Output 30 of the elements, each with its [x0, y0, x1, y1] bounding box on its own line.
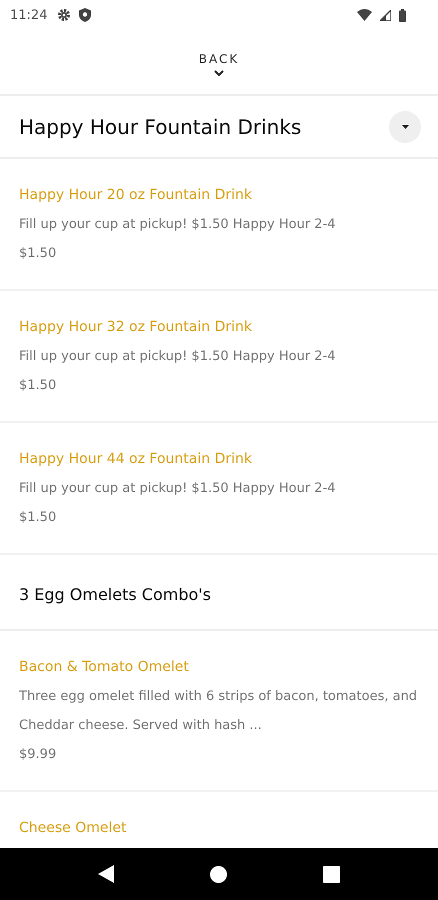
settings-icon [57, 8, 72, 22]
item-price: $9.99 [19, 746, 56, 764]
caret-icon [402, 124, 408, 128]
item-description: Fill up your cup at pickup! $1.50 Happy Hour 2-4 [19, 480, 336, 498]
section-title: 3 Egg Omelets Combo's [19, 584, 212, 604]
menu-item[interactable]: Happy Hour 32 oz Fountain Drink Fill up your cup at pickup! $1.50 Happy Hour 2-4 $1.50 [0, 291, 438, 423]
menu-item[interactable]: Bacon & Tomato Omelet Three egg omelet filled with 6 strips of bacon, tomatoes, and Cheddar cheese. Served with hash ... $9.99 [0, 631, 438, 792]
item-price: $1.50 [19, 245, 56, 263]
wifi-icon [357, 9, 372, 21]
item-description: Three egg omelet filled with 6 strips of bacon, tomatoes, and Cheddar cheese. Served with hash ... [19, 688, 418, 735]
menu-item[interactable]: Happy Hour 44 oz Fountain Drink Fill up your cup at pickup! $1.50 Happy Hour 2-4 $1.50 [0, 423, 438, 555]
battery-icon [399, 8, 406, 22]
chevron-down-icon [214, 70, 224, 77]
shield-icon [79, 8, 92, 22]
item-price: $1.50 [19, 509, 56, 527]
item-description: Fill up your cup at pickup! $1.50 Happy Hour 2-4 [19, 348, 336, 366]
back-icon[interactable] [98, 865, 114, 883]
menu-item[interactable]: Happy Hour 20 oz Fountain Drink Fill up your cup at pickup! $1.50 Happy Hour 2-4 $1.50 [0, 159, 438, 291]
item-name: Happy Hour 32 oz Fountain Drink [19, 318, 252, 337]
signal-icon [380, 10, 391, 20]
item-name: Happy Hour 44 oz Fountain Drink [19, 450, 252, 469]
item-name: Bacon & Tomato Omelet [19, 658, 189, 677]
section-title: Happy Hour Fountain Drinks [19, 114, 302, 138]
status-time: 11:24 [10, 8, 48, 22]
item-name: Cheese Omelet [19, 819, 126, 838]
recents-icon[interactable] [323, 866, 340, 882]
item-name: Happy Hour 20 oz Fountain Drink [19, 186, 252, 205]
home-icon[interactable] [210, 866, 227, 882]
item-description: Fill up your cup at pickup! $1.50 Happy Hour 2-4 [19, 216, 336, 234]
item-price: $1.50 [19, 377, 56, 395]
